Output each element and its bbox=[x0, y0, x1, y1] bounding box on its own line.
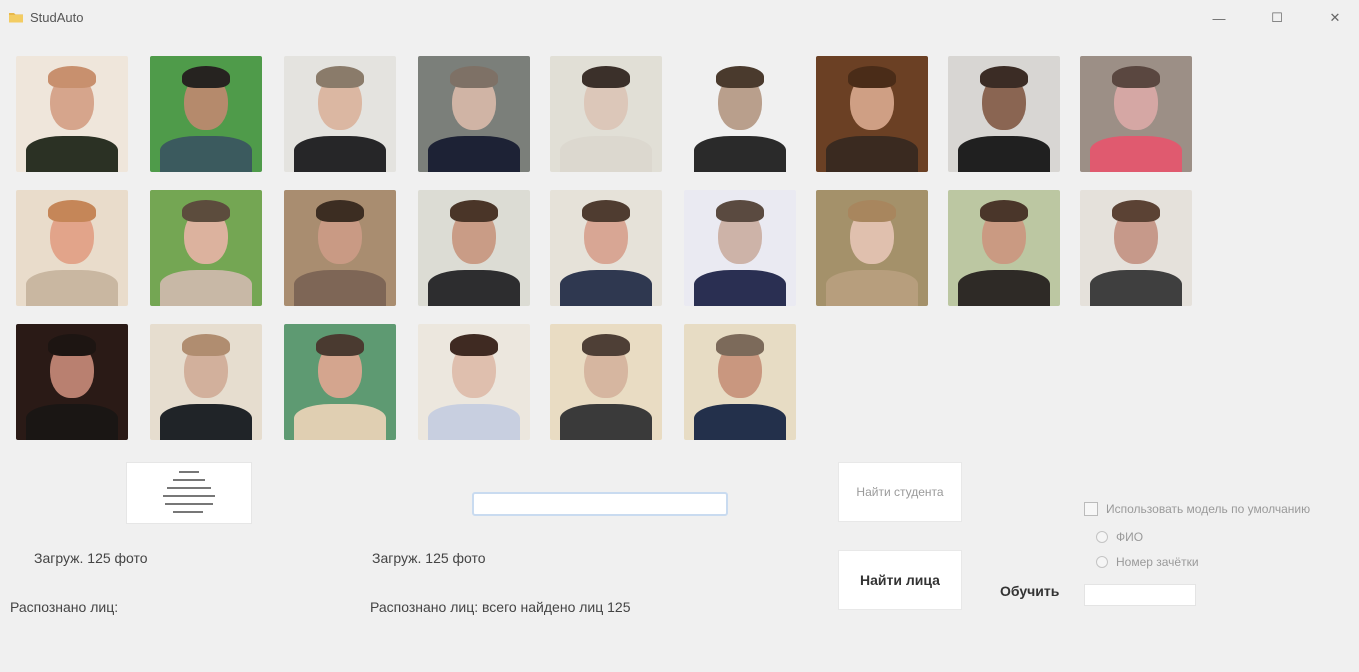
radio-circle bbox=[1096, 556, 1108, 568]
search-input[interactable] bbox=[472, 492, 728, 516]
radio-fio[interactable]: ФИО bbox=[1096, 530, 1143, 544]
photo-gallery bbox=[0, 0, 1359, 450]
left-found-label: Распознано лиц: bbox=[10, 599, 119, 615]
student-photo[interactable] bbox=[816, 56, 928, 172]
student-photo[interactable] bbox=[550, 56, 662, 172]
student-photo[interactable] bbox=[284, 190, 396, 306]
student-photo[interactable] bbox=[284, 56, 396, 172]
middle-count-label: Загруж. 125 фото bbox=[372, 550, 486, 566]
train-label: Обучить bbox=[1000, 583, 1060, 599]
student-photo[interactable] bbox=[418, 56, 530, 172]
student-photo[interactable] bbox=[1080, 190, 1192, 306]
left-count-label: Загруж. 125 фото bbox=[34, 550, 148, 566]
student-photo[interactable] bbox=[684, 324, 796, 440]
checkbox-box bbox=[1084, 502, 1098, 516]
radio-label: Номер зачётки bbox=[1116, 555, 1199, 569]
student-photo[interactable] bbox=[550, 190, 662, 306]
default-model-checkbox[interactable]: Использовать модель по умолчанию bbox=[1084, 502, 1310, 516]
find-faces-button[interactable]: Найти лица bbox=[838, 550, 962, 610]
checkbox-label: Использовать модель по умолчанию bbox=[1106, 502, 1311, 516]
radio-label: ФИО bbox=[1116, 530, 1144, 544]
photo-preview[interactable] bbox=[126, 462, 252, 524]
student-photo[interactable] bbox=[684, 56, 796, 172]
radio-circle bbox=[1096, 531, 1108, 543]
student-photo[interactable] bbox=[16, 324, 128, 440]
student-photo[interactable] bbox=[150, 190, 262, 306]
student-photo[interactable] bbox=[150, 56, 262, 172]
student-photo[interactable] bbox=[150, 324, 262, 440]
student-photo[interactable] bbox=[284, 324, 396, 440]
find-student-button[interactable]: Найти студента bbox=[838, 462, 962, 522]
student-photo[interactable] bbox=[16, 56, 128, 172]
student-photo[interactable] bbox=[684, 190, 796, 306]
student-photo[interactable] bbox=[1080, 56, 1192, 172]
student-photo[interactable] bbox=[816, 190, 928, 306]
middle-found-label: Распознано лиц: всего найдено лиц 125 bbox=[370, 599, 631, 615]
student-photo[interactable] bbox=[16, 190, 128, 306]
train-input[interactable] bbox=[1084, 584, 1196, 606]
student-photo[interactable] bbox=[418, 190, 530, 306]
student-photo[interactable] bbox=[550, 324, 662, 440]
student-photo[interactable] bbox=[418, 324, 530, 440]
radio-record-number[interactable]: Номер зачётки bbox=[1096, 555, 1199, 569]
student-photo[interactable] bbox=[948, 56, 1060, 172]
student-photo[interactable] bbox=[948, 190, 1060, 306]
